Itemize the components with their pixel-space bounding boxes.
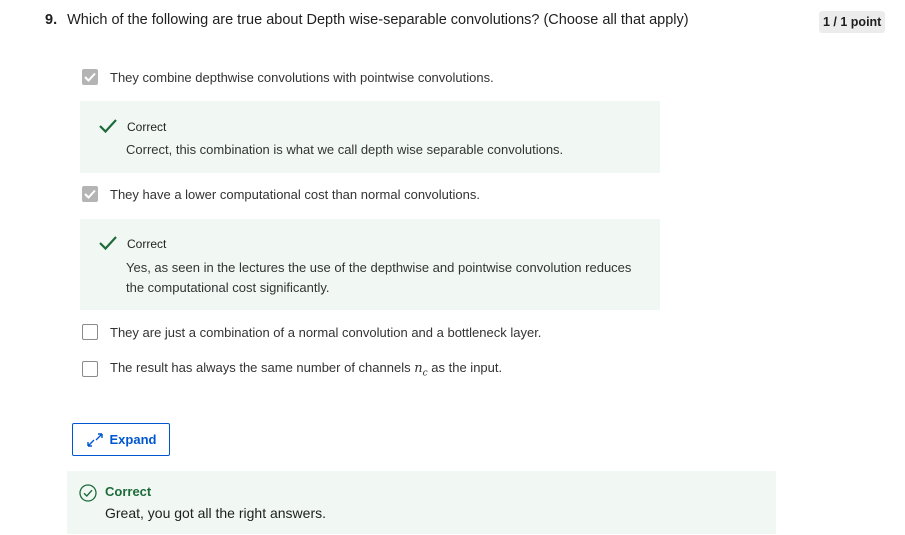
expand-arrows-icon bbox=[86, 432, 103, 447]
feedback-text: Yes, as seen in the lectures the use of … bbox=[126, 260, 632, 295]
option-1[interactable]: They combine depthwise convolutions with… bbox=[82, 69, 494, 85]
checkbox-checked-icon[interactable] bbox=[82, 69, 98, 85]
check-icon bbox=[99, 236, 117, 251]
question-number: 9. bbox=[45, 12, 58, 28]
option-2[interactable]: They have a lower computational cost tha… bbox=[82, 186, 480, 202]
option-4[interactable]: The result has always the same number of… bbox=[82, 360, 502, 379]
option-3[interactable]: They are just a combination of a normal … bbox=[82, 324, 541, 340]
option-2-feedback: Correct Yes, as seen in the lectures the… bbox=[80, 219, 660, 310]
option-label: They combine depthwise convolutions with… bbox=[110, 69, 494, 85]
option-1-feedback: Correct Correct, this combination is wha… bbox=[80, 101, 660, 173]
question-header: 9. Which of the following are true about… bbox=[45, 12, 689, 28]
feedback-title: Correct bbox=[127, 237, 167, 251]
option-label-after: as the input. bbox=[431, 360, 503, 375]
check-circle-icon bbox=[79, 484, 97, 502]
checkbox-unchecked-icon[interactable] bbox=[82, 324, 98, 340]
option-label: The result has always the same number of… bbox=[110, 360, 502, 379]
feedback-title: Correct bbox=[127, 120, 167, 134]
feedback-text: Correct, this combination is what we cal… bbox=[126, 142, 564, 157]
math-symbol: nc bbox=[414, 361, 428, 379]
points-badge: 1 / 1 point bbox=[819, 11, 886, 33]
expand-button[interactable]: Expand bbox=[72, 423, 170, 456]
option-label-before: The result has always the same number of… bbox=[110, 360, 411, 375]
checkbox-unchecked-icon[interactable] bbox=[82, 361, 98, 378]
checkbox-checked-icon[interactable] bbox=[82, 186, 98, 202]
expand-label: Expand bbox=[109, 432, 157, 447]
summary-title: Correct bbox=[105, 484, 152, 499]
result-summary: Correct Great, you got all the right ans… bbox=[67, 471, 776, 534]
check-icon bbox=[99, 119, 117, 134]
question-text: Which of the following are true about De… bbox=[67, 12, 689, 28]
option-label: They have a lower computational cost tha… bbox=[110, 186, 480, 202]
summary-text: Great, you got all the right answers. bbox=[105, 505, 326, 521]
option-label: They are just a combination of a normal … bbox=[110, 324, 542, 340]
